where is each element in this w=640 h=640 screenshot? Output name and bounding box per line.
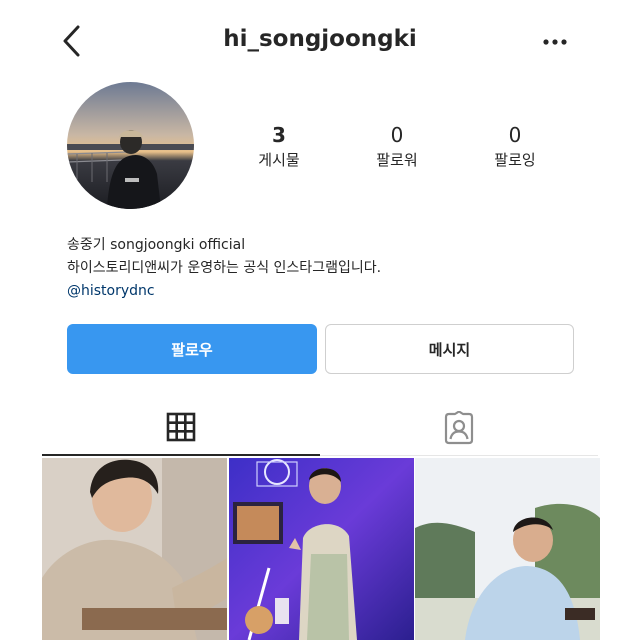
bio-link[interactable]: @historydnc [67, 280, 381, 303]
posts-grid [42, 458, 600, 640]
profile-avatar[interactable] [67, 82, 194, 209]
posts-count-label: 게시물 [258, 151, 300, 169]
post-thumbnail[interactable] [415, 458, 600, 640]
tagged-icon [444, 410, 474, 444]
tab-posts-grid[interactable] [42, 400, 320, 456]
bio-name: 송중기 songjoongki official [67, 237, 246, 253]
following-count-value: 0 [508, 123, 522, 147]
grid-icon [166, 412, 196, 442]
tab-tagged[interactable] [320, 400, 598, 456]
followers-count-label: 팔로워 [376, 151, 418, 169]
follow-button[interactable]: 팔로우 [67, 324, 317, 374]
posts-count[interactable]: 3 게시물 [224, 122, 334, 170]
message-button[interactable]: 메시지 [325, 324, 574, 374]
followers-count-value: 0 [390, 123, 404, 147]
more-horizontal-icon [543, 39, 567, 45]
following-count[interactable]: 0 팔로잉 [460, 122, 570, 170]
followers-count[interactable]: 0 팔로워 [342, 122, 452, 170]
post-thumbnail[interactable] [42, 458, 227, 640]
profile-header: hi_songjoongki [0, 0, 640, 84]
following-count-label: 팔로잉 [494, 151, 536, 169]
posts-count-value: 3 [272, 123, 286, 147]
profile-bio: 송중기 songjoongki official 하이스토리디앤씨가 운영하는 … [67, 234, 381, 303]
bio-description: 하이스토리디앤씨가 운영하는 공식 인스타그램입니다. [67, 260, 382, 276]
more-options-button[interactable] [540, 30, 570, 54]
post-thumbnail[interactable] [229, 458, 414, 640]
